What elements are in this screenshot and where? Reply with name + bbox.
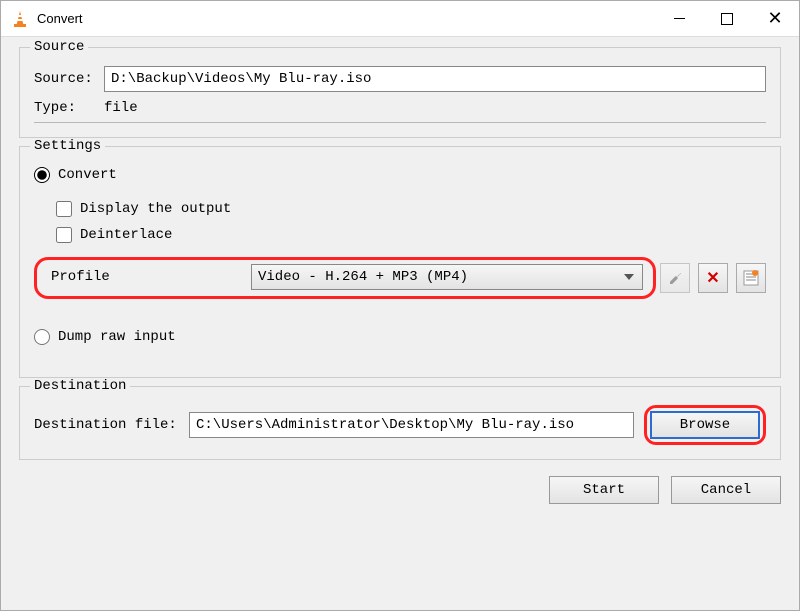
delete-profile-button[interactable]: ✕ xyxy=(698,263,728,293)
cancel-button[interactable]: Cancel xyxy=(671,476,781,504)
destination-legend: Destination xyxy=(30,378,130,394)
destination-file-label: Destination file: xyxy=(34,417,189,433)
window-controls: ✕ xyxy=(655,1,799,36)
new-profile-button[interactable] xyxy=(736,263,766,293)
source-input[interactable] xyxy=(104,66,766,92)
source-label: Source: xyxy=(34,71,104,87)
destination-file-input[interactable] xyxy=(189,412,634,438)
minimize-button[interactable] xyxy=(655,1,703,36)
display-output-label: Display the output xyxy=(80,201,231,217)
display-output-row[interactable]: Display the output xyxy=(56,201,766,217)
settings-group: Settings Convert Display the output Dein… xyxy=(19,146,781,378)
display-output-checkbox[interactable] xyxy=(56,201,72,217)
convert-radio[interactable] xyxy=(34,167,50,183)
source-group: Source Source: Type: file xyxy=(19,47,781,138)
convert-radio-label: Convert xyxy=(58,167,117,183)
browse-button[interactable]: Browse xyxy=(650,411,760,439)
close-button[interactable]: ✕ xyxy=(751,1,799,36)
source-divider xyxy=(34,122,766,123)
profile-highlight: Profile Video - H.264 + MP3 (MP4) xyxy=(34,257,656,299)
dump-radio[interactable] xyxy=(34,329,50,345)
deinterlace-label: Deinterlace xyxy=(80,227,172,243)
chevron-down-icon xyxy=(624,274,634,280)
deinterlace-checkbox[interactable] xyxy=(56,227,72,243)
type-value: file xyxy=(104,100,138,116)
source-legend: Source xyxy=(30,39,88,55)
convert-window: Convert ✕ Source Source: Type: file Sett… xyxy=(0,0,800,611)
browse-highlight: Browse xyxy=(644,405,766,445)
profile-label: Profile xyxy=(51,269,251,285)
wrench-icon xyxy=(667,270,683,286)
settings-legend: Settings xyxy=(30,138,105,154)
vlc-cone-icon xyxy=(11,10,29,28)
titlebar: Convert ✕ xyxy=(1,1,799,37)
x-icon: ✕ xyxy=(706,268,719,288)
dump-radio-label: Dump raw input xyxy=(58,329,176,345)
dump-radio-row[interactable]: Dump raw input xyxy=(34,329,766,345)
type-label: Type: xyxy=(34,100,104,116)
dialog-buttons: Start Cancel xyxy=(19,476,781,504)
profile-value: Video - H.264 + MP3 (MP4) xyxy=(258,269,468,285)
maximize-button[interactable] xyxy=(703,1,751,36)
edit-profile-button[interactable] xyxy=(660,263,690,293)
client-area: Source Source: Type: file Settings Conve… xyxy=(1,37,799,610)
profile-buttons: ✕ xyxy=(660,263,766,293)
destination-group: Destination Destination file: Browse xyxy=(19,386,781,460)
new-profile-icon xyxy=(743,270,759,286)
window-title: Convert xyxy=(37,11,655,26)
profile-select[interactable]: Video - H.264 + MP3 (MP4) xyxy=(251,264,643,290)
convert-radio-row[interactable]: Convert xyxy=(34,167,766,183)
start-button[interactable]: Start xyxy=(549,476,659,504)
deinterlace-row[interactable]: Deinterlace xyxy=(56,227,766,243)
